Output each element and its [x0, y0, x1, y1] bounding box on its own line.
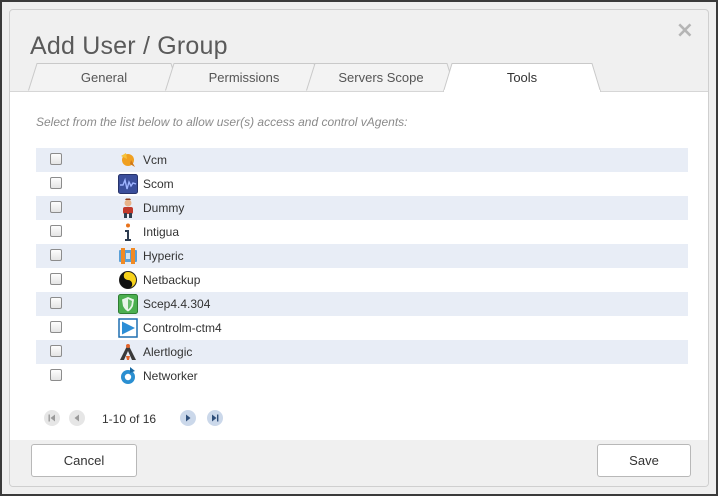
tool-checkbox[interactable] — [50, 273, 62, 285]
tool-label: Vcm — [143, 153, 167, 167]
list-item: Netbackup — [36, 268, 688, 292]
list-item: Controlm-ctm4 — [36, 316, 688, 340]
list-item: Scom — [36, 172, 688, 196]
list-item: Hyperic — [36, 244, 688, 268]
tool-checkbox[interactable] — [50, 177, 62, 189]
dialog-title: Add User / Group — [30, 32, 228, 60]
tab-servers-scope-label: Servers Scope — [338, 69, 424, 85]
tool-checkbox[interactable] — [50, 369, 62, 381]
tool-checkbox[interactable] — [50, 249, 62, 261]
tool-label: Scom — [143, 177, 174, 191]
controlm-icon — [118, 318, 138, 338]
alertlogic-icon — [120, 344, 136, 360]
intigua-icon — [125, 223, 131, 241]
cancel-button[interactable]: Cancel — [31, 444, 137, 477]
scom-icon — [118, 174, 138, 194]
tool-label: Hyperic — [143, 249, 184, 263]
list-item: Networker — [36, 364, 688, 388]
first-page-button[interactable] — [44, 410, 60, 426]
tab-permissions-label: Permissions — [208, 69, 280, 85]
tab-bar: General Permissions Servers Scope Tools — [10, 63, 708, 93]
prev-page-icon — [74, 414, 79, 422]
next-page-icon — [186, 414, 191, 422]
tool-checkbox[interactable] — [50, 297, 62, 309]
tool-label: Dummy — [143, 201, 185, 215]
first-page-icon — [48, 414, 55, 422]
dialog-frame: Add User / Group × General Permissions S… — [9, 9, 709, 487]
scep-icon — [118, 294, 138, 314]
networker-icon — [121, 367, 135, 384]
tools-panel: Select from the list below to allow user… — [10, 91, 708, 445]
page-info: 1-10 of 16 — [102, 412, 157, 426]
list-item: Intigua — [36, 220, 688, 244]
pagination: 1-10 of 16 — [44, 410, 244, 430]
netbackup-icon — [119, 271, 137, 289]
tool-label: Netbackup — [143, 273, 201, 287]
dialog-footer: Cancel Save — [10, 440, 708, 486]
tab-servers-scope[interactable]: Servers Scope — [306, 63, 456, 91]
tool-checkbox[interactable] — [50, 345, 62, 357]
close-icon[interactable]: × — [676, 20, 694, 42]
list-item: Scep4.4.304 — [36, 292, 688, 316]
tool-checkbox[interactable] — [50, 201, 62, 213]
tool-checkbox[interactable] — [50, 225, 62, 237]
instruction-text: Select from the list below to allow user… — [36, 115, 408, 129]
vcm-icon — [121, 153, 135, 167]
add-user-group-dialog: Add User / Group × General Permissions S… — [0, 0, 718, 496]
tool-checkbox[interactable] — [50, 321, 62, 333]
next-page-button[interactable] — [180, 410, 196, 426]
prev-page-button[interactable] — [69, 410, 85, 426]
tool-label: Alertlogic — [143, 345, 193, 359]
tab-tools[interactable]: Tools — [443, 63, 601, 92]
list-item: Dummy — [36, 196, 688, 220]
tab-general[interactable]: General — [28, 63, 180, 91]
tools-list: Vcm Scom Dummy Intigua Hyperic Netbackup… — [36, 148, 688, 388]
tab-general-label: General — [80, 69, 128, 85]
tool-label: Networker — [143, 369, 198, 383]
list-item: Alertlogic — [36, 340, 688, 364]
tool-label: Controlm-ctm4 — [143, 321, 222, 335]
list-item: Vcm — [36, 148, 688, 172]
tool-label: Intigua — [143, 225, 180, 239]
last-page-button[interactable] — [207, 410, 223, 426]
hyperic-icon — [119, 248, 137, 264]
tab-permissions[interactable]: Permissions — [165, 63, 323, 91]
tab-tools-label: Tools — [506, 70, 538, 85]
tool-label: Scep4.4.304 — [143, 297, 211, 311]
dummy-icon — [123, 198, 133, 218]
save-button[interactable]: Save — [597, 444, 691, 477]
tool-checkbox[interactable] — [50, 153, 62, 165]
last-page-icon — [212, 414, 219, 422]
